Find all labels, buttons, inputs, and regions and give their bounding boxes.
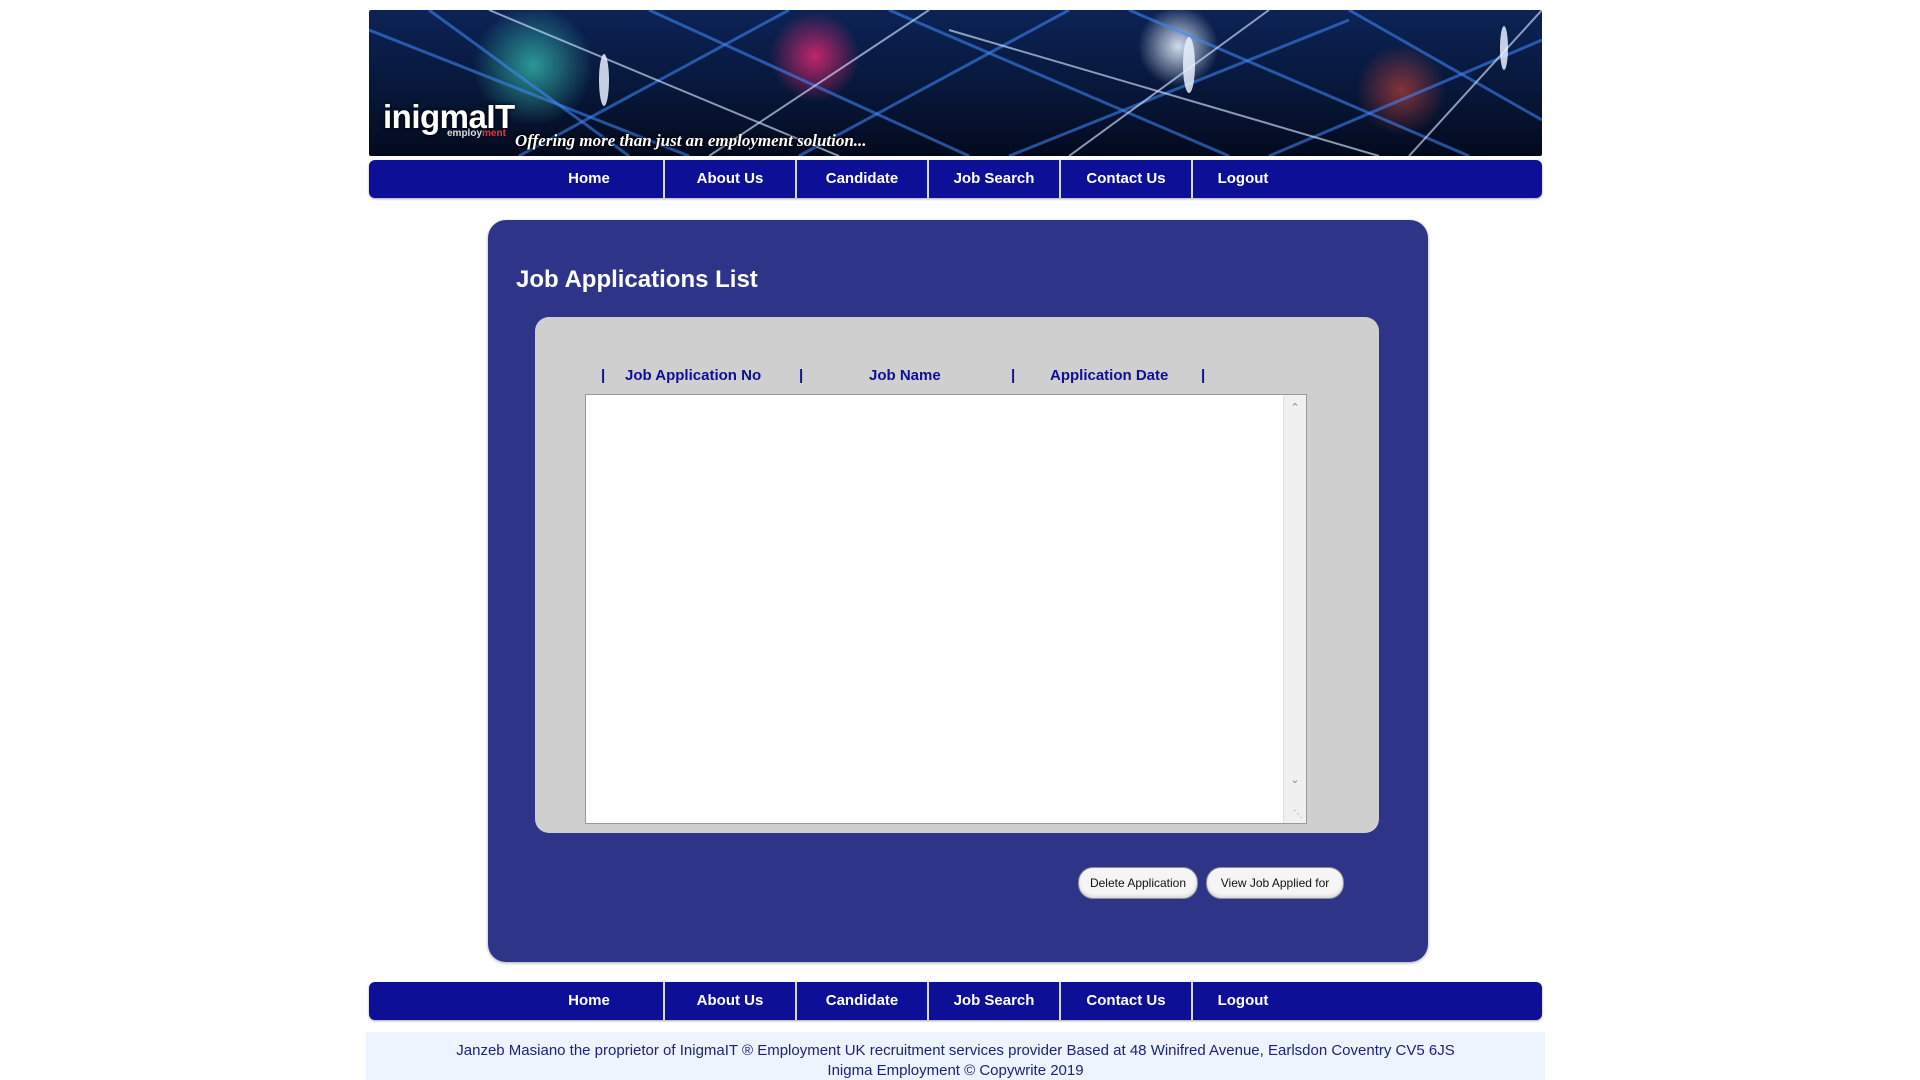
column-header-job-name: Job Name bbox=[869, 367, 941, 384]
top-nav: Home About Us Candidate Job Search Conta… bbox=[369, 160, 1542, 198]
view-job-applied-button[interactable]: View Job Applied for bbox=[1206, 867, 1344, 899]
bottom-nav: Home About Us Candidate Job Search Conta… bbox=[369, 982, 1542, 1020]
job-applications-panel: Job Applications List | Job Application … bbox=[488, 220, 1428, 962]
scroll-up-arrow-icon[interactable]: ⌃ bbox=[1284, 399, 1306, 417]
nav-contact-us[interactable]: Contact Us bbox=[1061, 982, 1191, 1020]
resize-grip-icon[interactable]: ⋱ bbox=[1293, 809, 1303, 820]
nav-logout[interactable]: Logout bbox=[1193, 160, 1293, 198]
nav-candidate[interactable]: Candidate bbox=[797, 982, 927, 1020]
logo-subtitle-part1: employ bbox=[447, 128, 483, 139]
nav-job-search[interactable]: Job Search bbox=[929, 982, 1059, 1020]
nav-logout[interactable]: Logout bbox=[1193, 982, 1293, 1020]
page: inigmaIT employment Offering more than j… bbox=[0, 0, 1920, 1080]
footer: Janzeb Masiano the proprietor of InigmaI… bbox=[366, 1032, 1545, 1080]
column-separator: | bbox=[1011, 367, 1016, 384]
logo-subtitle-part2: ment bbox=[482, 128, 506, 139]
applications-list-container: | Job Application No | Job Name | Applic… bbox=[535, 317, 1379, 833]
nav-job-search[interactable]: Job Search bbox=[929, 160, 1059, 198]
column-separator: | bbox=[1201, 367, 1206, 384]
scroll-down-arrow-icon[interactable]: ⌄ bbox=[1284, 771, 1306, 789]
applications-listbox[interactable]: ⌃ ⌄ ⋱ bbox=[585, 394, 1307, 824]
column-separator: | bbox=[601, 367, 606, 384]
tagline: Offering more than just an employment so… bbox=[515, 131, 867, 150]
logo-subtitle: employment bbox=[447, 128, 506, 139]
nav-about-us[interactable]: About Us bbox=[665, 982, 795, 1020]
vertical-scrollbar[interactable]: ⌃ ⌄ bbox=[1283, 395, 1306, 823]
nav-contact-us[interactable]: Contact Us bbox=[1061, 160, 1191, 198]
page-title: Job Applications List bbox=[516, 266, 758, 293]
header-banner: inigmaIT employment Offering more than j… bbox=[369, 10, 1542, 156]
column-header-application-date: Application Date bbox=[1050, 367, 1169, 384]
delete-application-button[interactable]: Delete Application bbox=[1078, 867, 1198, 899]
column-header-application-no: Job Application No bbox=[625, 367, 762, 384]
footer-copyright: Inigma Employment © Copywrite 2019 bbox=[827, 1062, 1084, 1079]
nav-candidate[interactable]: Candidate bbox=[797, 160, 927, 198]
nav-home[interactable]: Home bbox=[509, 160, 669, 198]
nav-about-us[interactable]: About Us bbox=[665, 160, 795, 198]
column-separator: | bbox=[799, 367, 804, 384]
footer-address: Janzeb Masiano the proprietor of InigmaI… bbox=[456, 1042, 1455, 1059]
nav-home[interactable]: Home bbox=[509, 982, 669, 1020]
